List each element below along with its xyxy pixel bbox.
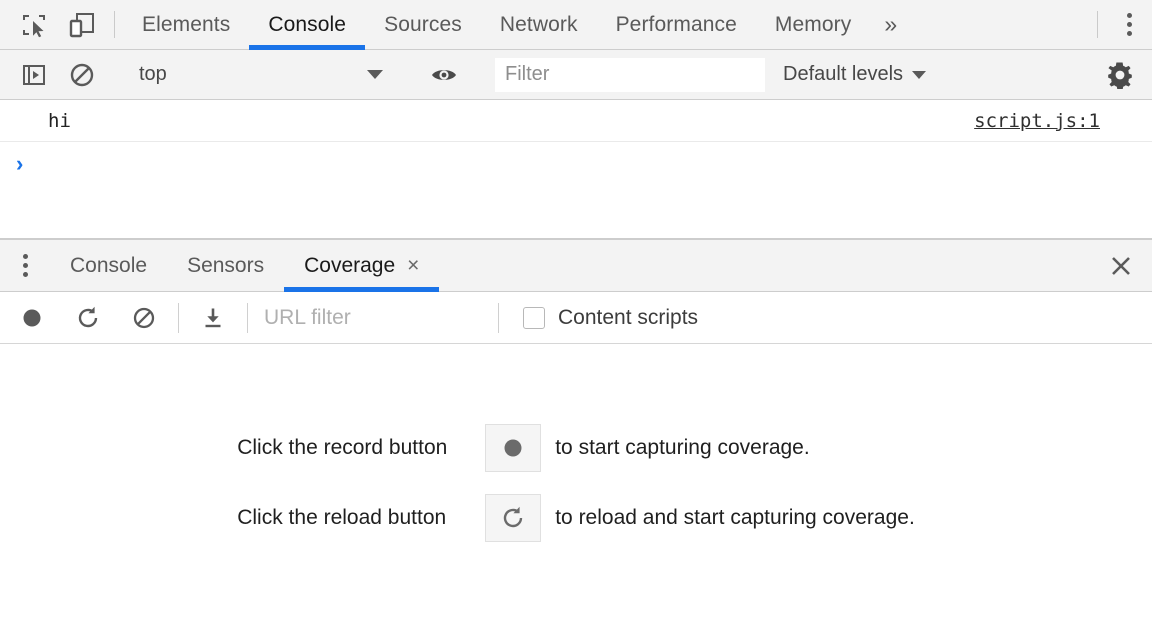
coverage-empty-state: Click the record button to start capturi… xyxy=(0,344,1152,638)
chevron-down-icon xyxy=(912,71,926,79)
prompt-chevron-icon: › xyxy=(16,153,23,175)
coverage-toolbar-divider-1 xyxy=(178,303,179,333)
record-glyph xyxy=(500,435,526,461)
tab-console-label: Console xyxy=(268,13,346,37)
drawer-menu-icon[interactable] xyxy=(0,240,50,291)
clear-console-glyph xyxy=(68,61,96,89)
hint-reload-prefix: Click the reload button xyxy=(237,506,485,530)
main-tab-list: Elements Console Sources Network Perform… xyxy=(123,0,870,49)
coverage-toolbar-divider-3 xyxy=(498,303,499,333)
tab-elements[interactable]: Elements xyxy=(123,0,249,49)
record-icon[interactable] xyxy=(4,292,60,344)
dot xyxy=(23,263,28,268)
more-options-icon[interactable] xyxy=(1106,0,1152,49)
device-toolbar-glyph xyxy=(68,11,96,39)
devtools-window: Elements Console Sources Network Perform… xyxy=(0,0,1152,638)
drawer-tab-coverage-label: Coverage xyxy=(304,254,395,278)
console-message-row[interactable]: hi script.js:1 xyxy=(0,100,1152,142)
drawer-panel: Console Sensors Coverage × xyxy=(0,238,1152,638)
content-scripts-label: Content scripts xyxy=(558,306,698,330)
record-glyph xyxy=(19,305,45,331)
clear-console-icon[interactable] xyxy=(58,50,106,100)
toolbar-divider xyxy=(114,11,115,38)
export-download-icon[interactable] xyxy=(185,292,241,344)
drawer-tab-console[interactable]: Console xyxy=(50,240,167,291)
more-tabs-icon[interactable]: » xyxy=(870,0,911,49)
device-toolbar-icon[interactable] xyxy=(58,0,106,49)
eye-glyph xyxy=(430,61,458,89)
console-toolbar: top Default levels xyxy=(0,50,1152,100)
more-tabs-glyph: » xyxy=(884,11,897,38)
coverage-hint-reload: Click the reload button to reload and st… xyxy=(237,494,915,542)
dot xyxy=(1127,31,1132,36)
console-output[interactable]: hi script.js:1 › xyxy=(0,100,1152,238)
tab-elements-label: Elements xyxy=(142,13,230,37)
record-icon[interactable] xyxy=(485,424,541,472)
tab-console[interactable]: Console xyxy=(249,0,365,49)
dot xyxy=(1127,22,1132,27)
eye-icon[interactable] xyxy=(420,50,468,100)
export-download-glyph xyxy=(200,305,226,331)
filter-input[interactable] xyxy=(495,58,765,92)
gear-glyph xyxy=(1106,61,1134,89)
reload-glyph xyxy=(500,505,526,531)
gear-icon[interactable] xyxy=(1096,50,1144,100)
console-sidebar-icon[interactable] xyxy=(10,50,58,100)
console-sidebar-glyph xyxy=(20,61,48,89)
drawer-tabbar-spacer xyxy=(439,240,1090,291)
clear-all-icon[interactable] xyxy=(116,292,172,344)
hint-reload-suffix: to reload and start capturing coverage. xyxy=(555,506,915,530)
tab-sources[interactable]: Sources xyxy=(365,0,481,49)
execution-context-select[interactable]: top xyxy=(123,50,403,100)
drawer-tab-console-label: Console xyxy=(70,254,147,278)
tab-network-label: Network xyxy=(500,13,578,37)
hint-record-suffix: to start capturing coverage. xyxy=(555,436,809,460)
tab-network[interactable]: Network xyxy=(481,0,597,49)
inspect-element-glyph xyxy=(20,11,48,39)
chevron-down-icon xyxy=(367,70,383,79)
toolbar-spacer xyxy=(911,0,1089,49)
close-drawer-icon[interactable] xyxy=(1090,240,1152,291)
console-message-source-link[interactable]: script.js:1 xyxy=(974,110,1100,132)
coverage-hint-list: Click the record button to start capturi… xyxy=(237,424,915,542)
content-scripts-checkbox[interactable]: Content scripts xyxy=(523,306,698,330)
execution-context-value: top xyxy=(139,63,167,86)
tab-sources-label: Sources xyxy=(384,13,462,37)
tab-memory-label: Memory xyxy=(775,13,851,37)
console-message-text: hi xyxy=(48,110,71,132)
drawer-tab-sensors[interactable]: Sensors xyxy=(167,240,284,291)
hint-record-prefix: Click the record button xyxy=(237,436,485,460)
tab-performance-label: Performance xyxy=(616,13,737,37)
console-prompt[interactable]: › xyxy=(0,142,1152,186)
url-filter-input[interactable] xyxy=(262,301,492,335)
dot xyxy=(1127,13,1132,18)
tab-performance[interactable]: Performance xyxy=(597,0,756,49)
reload-icon[interactable] xyxy=(60,292,116,344)
log-levels-select[interactable]: Default levels xyxy=(783,63,926,86)
coverage-toolbar-divider-2 xyxy=(247,303,248,333)
reload-icon[interactable] xyxy=(485,494,541,542)
drawer-tab-sensors-label: Sensors xyxy=(187,254,264,278)
coverage-hint-record: Click the record button to start capturi… xyxy=(237,424,915,472)
clear-all-glyph xyxy=(131,305,157,331)
toolbar-divider-right xyxy=(1097,11,1098,38)
dot xyxy=(23,272,28,277)
close-glyph xyxy=(1108,253,1134,279)
main-toolbar: Elements Console Sources Network Perform… xyxy=(0,0,1152,50)
dot xyxy=(23,254,28,259)
close-tab-icon[interactable]: × xyxy=(407,255,419,276)
coverage-toolbar: Content scripts xyxy=(0,292,1152,344)
inspect-element-icon[interactable] xyxy=(10,0,58,49)
checkbox-box[interactable] xyxy=(523,307,545,329)
tab-memory[interactable]: Memory xyxy=(756,0,870,49)
drawer-tab-bar: Console Sensors Coverage × xyxy=(0,240,1152,292)
log-levels-label: Default levels xyxy=(783,63,903,86)
reload-glyph xyxy=(75,305,101,331)
drawer-tab-coverage[interactable]: Coverage × xyxy=(284,240,439,291)
